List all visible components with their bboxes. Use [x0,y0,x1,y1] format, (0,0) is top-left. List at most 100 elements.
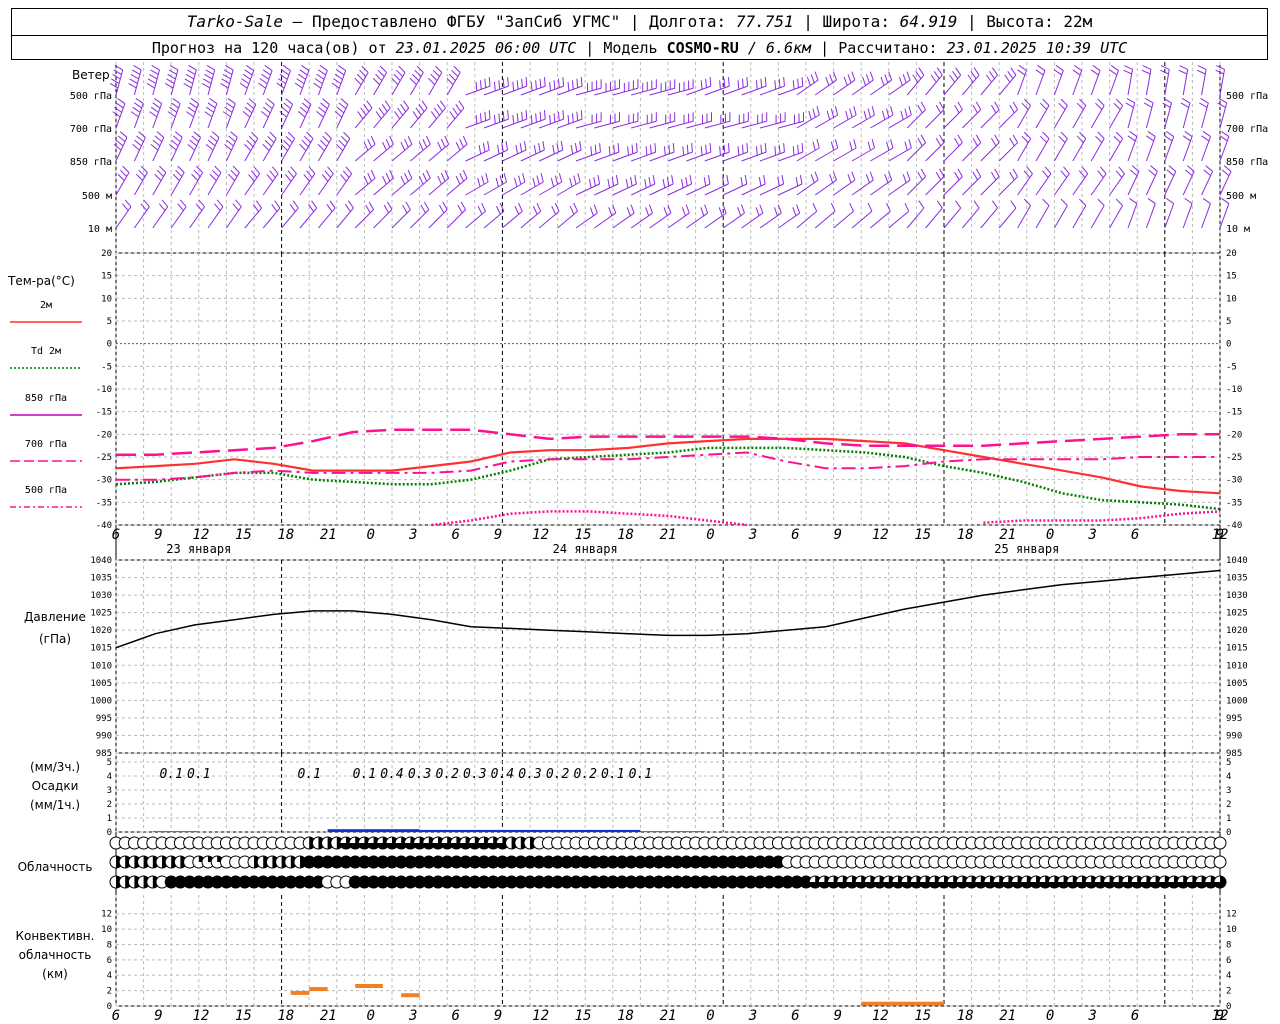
wind-barb-flag [261,110,269,118]
wind-barb-flag [904,108,908,118]
wind-barb-flag [264,102,273,110]
wind-barb-flag [340,174,347,182]
wind-barb-flag [1200,97,1209,104]
wind-barb-flag [760,144,763,154]
wind-barb-flag [746,77,749,87]
wind-barb-flag [407,169,413,179]
conv-tick-right: 8 [1226,940,1231,950]
precip-label: 0.1 [297,767,320,782]
wind-barb-flag [682,146,685,156]
wind-barb-flag [1150,165,1158,172]
wind-barb-flag [224,106,233,113]
wind-barb-flag [783,143,785,153]
wind-barb-shaft [980,109,1000,129]
wind-barb-flag [920,101,927,110]
wind-barb-flag [515,145,518,155]
wind-barb-flag [360,107,367,116]
wind-barb-flag [331,82,340,89]
wind-barb-flag [599,143,601,153]
wind-barb-flag [311,200,318,209]
wind-barb-shaft [1090,205,1105,229]
time-tick: 6 [1131,527,1139,543]
precip-label: 0.4 [380,767,403,782]
wind-barb-flag [1201,135,1210,142]
temp-tick-left: -10 [96,385,112,395]
wind-barb-flag [481,202,486,212]
wind-barb-shaft [446,143,468,162]
wind-barb-shaft [225,103,236,129]
wind-barb-flag [344,204,351,212]
wind-barb-flag [437,141,443,151]
time-tick-bottom: 12 [532,1008,549,1024]
wind-barb-flag [211,169,220,177]
wind-barb-shaft [1201,203,1211,229]
pressure-tick-left: 1035 [90,574,112,584]
time-tick: 9 [494,527,502,543]
temp-tick-right: -40 [1226,521,1242,531]
wind-barb-flag [1113,102,1121,110]
wind-barb-shaft [888,114,912,129]
temp-tick-right: 10 [1226,294,1237,304]
wind-barb-flag [361,65,369,73]
wind-barb-flag [705,144,707,154]
wind-barb-flag [851,171,856,181]
precip-label: 0.2 [573,767,597,782]
time-tick-bottom: 21 [320,1008,337,1024]
temp-tick-left: 5 [107,317,112,327]
wind-barb-shaft [207,103,218,129]
wind-barb-flag [521,78,523,88]
wind-barb-flag [954,137,960,147]
wind-barb-shaft [851,210,873,229]
wind-barb-flag [404,172,409,182]
wind-barb-flag [152,102,161,109]
wind-barb-shaft [520,149,545,162]
wind-barb-flag [318,106,326,114]
wind-barb-flag [579,141,582,151]
wind-barb-flag [403,100,410,109]
wind-barb-flag [593,177,596,187]
precip-label: 0.1 [601,767,624,782]
wind-barb-flag [774,80,777,90]
wind-barb-flag [303,98,312,105]
wind-barb-flag [814,171,819,181]
wind-barb-flag [1095,135,1103,143]
wind-barb-flag [576,78,579,88]
precip-tick-right: 1 [1226,814,1231,824]
precip-bar [152,831,199,832]
wind-barb-flag [985,74,992,83]
wind-barb-flag [248,135,256,143]
wind-barb-shaft [851,179,874,196]
wind-barb-flag [152,139,161,147]
wind-barb-shaft [594,183,619,196]
wind-barb-flag [778,144,781,154]
wind-barb-flag [1076,102,1084,110]
wind-barb-flag [214,203,221,211]
wind-barb-flag [384,100,391,109]
pressure-tick-left: 1040 [90,556,112,566]
time-tick: 6 [112,527,120,543]
wind-barb-flag [1012,101,1019,110]
wind-barb-flag [146,83,155,89]
wind-barb-flag [949,74,956,83]
wind-barb-shaft [1090,70,1101,96]
wind-barb-flag [482,143,486,153]
wind-barb-flag [451,69,459,77]
wind-barb-flag [209,135,218,143]
wind-barb-flag [1060,170,1068,178]
wind-barb-shaft [998,142,1018,162]
conv-unit: (км) [42,967,68,981]
wind-barb-shaft [391,143,413,162]
wind-barb-flag [795,177,799,187]
conv-tick-left: 2 [107,987,112,997]
wind-barb-flag [400,104,407,112]
time-tick-bottom: 18 [617,1008,634,1024]
wind-barb-flag [439,100,446,109]
wind-barb-shaft [170,172,185,196]
wind-barb-flag [206,106,214,113]
wind-barb-flag [1125,102,1134,108]
wind-barb-shaft [354,177,376,196]
wind-barb-flag [967,74,974,83]
wind-barb-shaft [317,138,332,162]
time-tick: 0 [367,527,375,543]
wind-barb-flag [920,168,927,177]
